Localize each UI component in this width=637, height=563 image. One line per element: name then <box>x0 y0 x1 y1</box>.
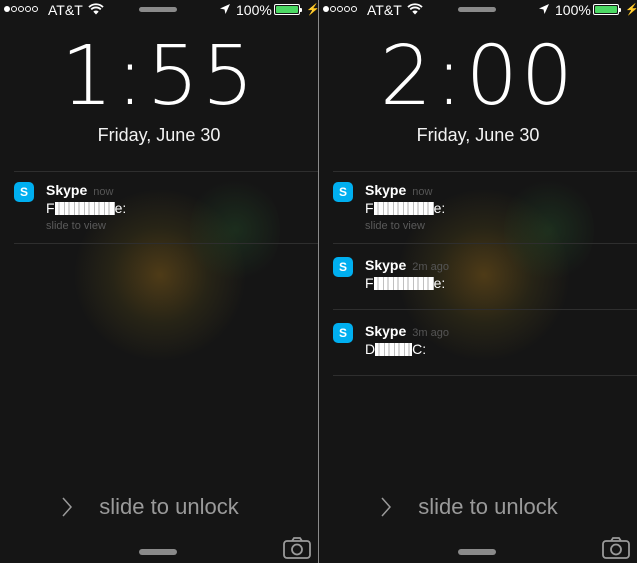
lock-date: Friday, June 30 <box>416 125 540 145</box>
notification-time: 3m ago <box>412 327 449 339</box>
chevron-right-icon <box>62 497 72 517</box>
notification-hint: slide to view <box>365 220 425 232</box>
notification-item[interactable]: S Skype now Fe: slide to view <box>333 182 637 244</box>
slide-to-unlock-label: slide to unlock <box>418 494 558 519</box>
skype-icon: S <box>14 182 34 202</box>
divider <box>14 171 318 172</box>
notification-time: now <box>412 186 433 198</box>
notification-item[interactable]: S Skype now Fe: slide to view <box>14 182 318 244</box>
notification-time: now <box>93 186 114 198</box>
notification-item[interactable]: S Skype 3m ago D C: <box>333 323 637 376</box>
battery-percentage: 100% <box>236 2 272 18</box>
notification-app-name: Skype now <box>365 182 433 198</box>
wifi-icon <box>88 3 104 15</box>
status-bar: AT&T 100% ⚡ <box>0 0 318 20</box>
redacted-text <box>373 276 434 290</box>
carrier-label: AT&T <box>48 2 83 18</box>
skype-icon: S <box>333 257 353 277</box>
slide-to-unlock-label: slide to unlock <box>99 494 239 519</box>
signal-strength-icon <box>4 6 39 12</box>
notification-item[interactable]: S Skype 2m ago Fe: <box>333 257 637 310</box>
battery-percentage: 100% <box>555 2 591 18</box>
location-arrow-icon <box>220 4 230 14</box>
notification-app-name: Skype 3m ago <box>365 323 449 339</box>
lock-clock: 2:00 <box>379 29 577 124</box>
notification-message: Fe: <box>365 200 446 216</box>
lock-clock: 1:55 <box>60 29 258 124</box>
charging-bolt-icon: ⚡ <box>306 4 318 16</box>
notification-message: D C: <box>365 341 427 357</box>
divider <box>333 171 637 172</box>
camera-icon[interactable] <box>283 537 311 559</box>
notification-hint: slide to view <box>46 220 106 232</box>
redacted-text <box>373 201 434 215</box>
notification-message: Fe: <box>46 200 127 216</box>
charging-bolt-icon: ⚡ <box>625 4 637 16</box>
slide-to-unlock[interactable]: slide to unlock <box>319 493 637 521</box>
battery-icon <box>593 4 621 15</box>
lock-screen-left: AT&T 100% ⚡ 1:55 Friday, June 30 S Skype… <box>0 0 318 563</box>
svg-text:S: S <box>339 326 347 340</box>
slide-to-unlock[interactable]: slide to unlock <box>0 493 318 521</box>
status-bar: AT&T 100% ⚡ <box>319 0 637 20</box>
signal-strength-icon <box>323 6 358 12</box>
notification-center-grabber[interactable] <box>458 7 496 12</box>
notification-center-grabber[interactable] <box>139 7 177 12</box>
svg-text:S: S <box>339 185 347 199</box>
notification-time: 2m ago <box>412 261 449 273</box>
chevron-right-icon <box>381 497 391 517</box>
notification-app-name: Skype now <box>46 182 114 198</box>
lock-date: Friday, June 30 <box>97 125 221 145</box>
wifi-icon <box>407 3 423 15</box>
skype-icon: S <box>333 182 353 202</box>
skype-icon: S <box>333 323 353 343</box>
redacted-text <box>375 342 413 356</box>
battery-icon <box>274 4 302 15</box>
notification-message: Fe: <box>365 275 446 291</box>
location-arrow-icon <box>539 4 549 14</box>
camera-icon[interactable] <box>602 537 630 559</box>
redacted-text <box>54 201 115 215</box>
svg-text:S: S <box>20 185 28 199</box>
control-center-grabber[interactable] <box>458 549 496 555</box>
notification-app-name: Skype 2m ago <box>365 257 449 273</box>
svg-text:S: S <box>339 260 347 274</box>
lock-screen-right: AT&T 100% ⚡ 2:00 Friday, June 30 S Skype… <box>319 0 637 563</box>
control-center-grabber[interactable] <box>139 549 177 555</box>
carrier-label: AT&T <box>367 2 402 18</box>
